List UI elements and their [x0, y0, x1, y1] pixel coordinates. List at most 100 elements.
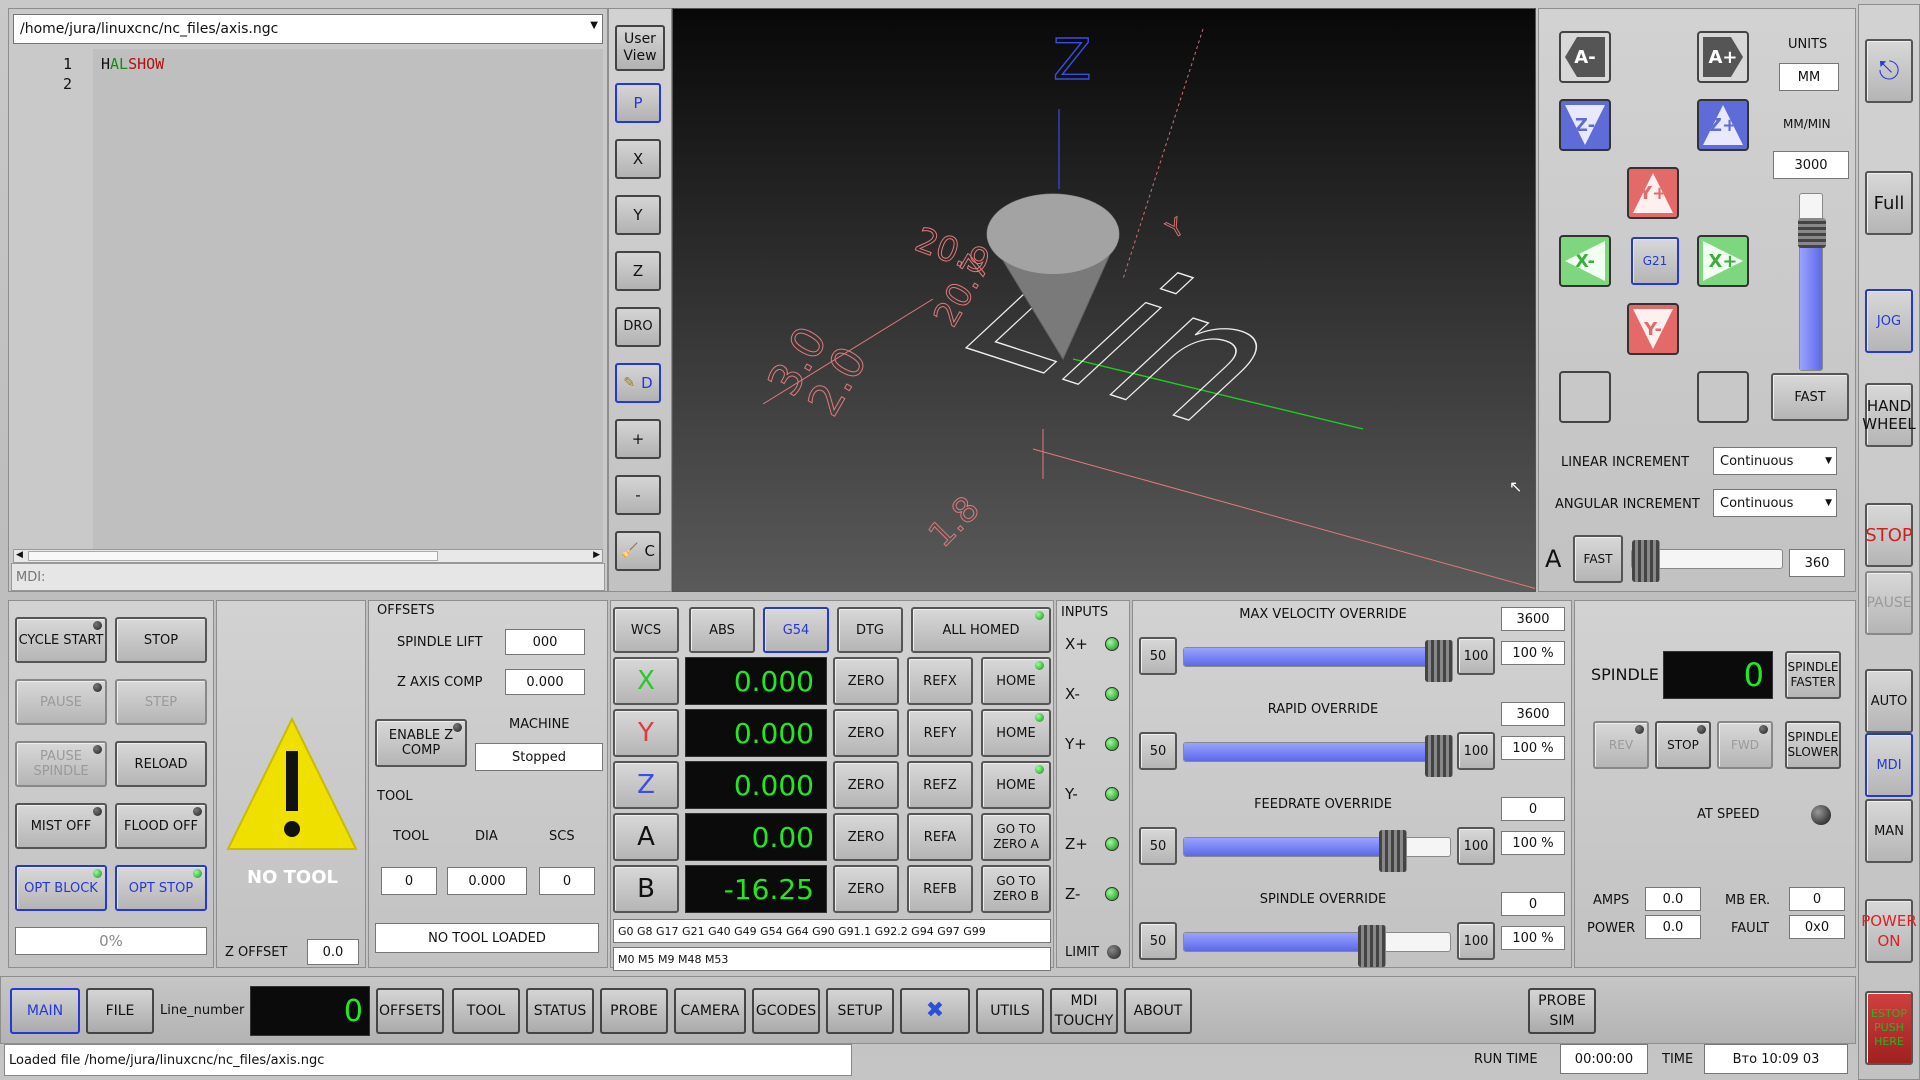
- override-min-button[interactable]: 50: [1139, 922, 1177, 960]
- nav-status-button[interactable]: STATUS: [526, 988, 594, 1034]
- view-d-button[interactable]: ✎ D: [615, 363, 661, 403]
- override-slider-handle[interactable]: [1379, 830, 1408, 872]
- nav-about-button[interactable]: ABOUT: [1124, 988, 1192, 1034]
- nav-main-button[interactable]: MAIN: [10, 988, 80, 1034]
- nav-tool-button[interactable]: TOOL: [452, 988, 520, 1034]
- ref-y-button[interactable]: REFY: [907, 709, 973, 757]
- dro-z-axis-button[interactable]: Z: [613, 761, 679, 809]
- jog-rate-input[interactable]: 3000: [1773, 151, 1849, 179]
- override-max-button[interactable]: 100: [1457, 922, 1495, 960]
- zero-a-button[interactable]: ZERO: [833, 813, 899, 861]
- g54-button[interactable]: G54: [763, 607, 829, 653]
- dro-a-axis-button[interactable]: A: [613, 813, 679, 861]
- view-y-button[interactable]: Y: [615, 195, 661, 235]
- linear-increment-select[interactable]: Continuous ▼: [1713, 447, 1837, 475]
- override-max-button[interactable]: 100: [1457, 827, 1495, 865]
- user-view-button[interactable]: User View: [615, 25, 665, 71]
- scroll-right-icon[interactable]: ▶: [593, 550, 600, 560]
- ref-z-button[interactable]: REFZ: [907, 761, 973, 809]
- pause-mode-button[interactable]: PAUSE: [1865, 571, 1913, 635]
- jog-rate-slider[interactable]: [1798, 193, 1826, 371]
- nav-offsets-button[interactable]: OFFSETS: [376, 988, 444, 1034]
- override-slider-handle[interactable]: [1424, 735, 1453, 777]
- override-min-button[interactable]: 50: [1139, 637, 1177, 675]
- nav-mdi-touchy-button[interactable]: MDI TOUCHY: [1050, 988, 1118, 1034]
- step-button[interactable]: STEP: [115, 679, 207, 725]
- a-jog-slider[interactable]: [1631, 540, 1783, 582]
- ref-b-button[interactable]: REFB: [907, 865, 973, 913]
- stop-mode-button[interactable]: STOP: [1865, 503, 1913, 567]
- dro-x-axis-button[interactable]: X: [613, 657, 679, 705]
- view-z-button[interactable]: Z: [615, 251, 661, 291]
- nav-camera-button[interactable]: CAMERA: [674, 988, 746, 1034]
- ref-x-button[interactable]: REFX: [907, 657, 973, 705]
- spindle-faster-button[interactable]: SPINDLE FASTER: [1785, 651, 1841, 699]
- jog-a-plus-button[interactable]: A+: [1697, 31, 1749, 83]
- override-max-button[interactable]: 100: [1457, 732, 1495, 770]
- mdi-input[interactable]: MDI:: [11, 563, 605, 591]
- man-mode-button[interactable]: MAN: [1865, 799, 1913, 863]
- wcs-button[interactable]: WCS: [613, 607, 679, 653]
- zoom-out-button[interactable]: -: [615, 475, 661, 515]
- dtg-button[interactable]: DTG: [837, 607, 903, 653]
- nav-setup-button[interactable]: SETUP: [826, 988, 894, 1034]
- override-min-button[interactable]: 50: [1139, 732, 1177, 770]
- override-slider-handle[interactable]: [1424, 640, 1453, 682]
- mdi-mode-button[interactable]: MDI: [1865, 733, 1913, 797]
- jog-blank-right-button[interactable]: [1697, 371, 1749, 423]
- jog-z-plus-button[interactable]: Z+: [1697, 99, 1749, 151]
- scroll-thumb[interactable]: [28, 551, 438, 561]
- dro-b-axis-button[interactable]: B: [613, 865, 679, 913]
- override-slider[interactable]: [1183, 735, 1453, 777]
- handwheel-button[interactable]: HAND WHEEL: [1862, 383, 1916, 447]
- jog-y-plus-button[interactable]: Y+: [1627, 167, 1679, 219]
- override-max-button[interactable]: 100: [1457, 637, 1495, 675]
- zero-b-button[interactable]: ZERO: [833, 865, 899, 913]
- override-slider[interactable]: [1183, 640, 1453, 682]
- jog-fast-button[interactable]: FAST: [1771, 373, 1849, 421]
- z-axis-comp-input[interactable]: 0.000: [505, 669, 585, 695]
- override-min-button[interactable]: 50: [1139, 827, 1177, 865]
- abs-button[interactable]: ABS: [689, 607, 755, 653]
- nav-gcodes-button[interactable]: GCODES: [752, 988, 820, 1034]
- view-x-button[interactable]: X: [615, 139, 661, 179]
- jog-rate-slider-handle[interactable]: [1798, 218, 1826, 248]
- override-slider[interactable]: [1183, 925, 1451, 967]
- horizontal-scrollbar[interactable]: ◀ ▶: [13, 549, 603, 563]
- go-to-zero-b-button[interactable]: GO TO ZERO B: [981, 865, 1051, 913]
- view-dro-button[interactable]: DRO: [615, 307, 661, 347]
- dro-y-axis-button[interactable]: Y: [613, 709, 679, 757]
- spindle-slower-button[interactable]: SPINDLE SLOWER: [1785, 721, 1841, 769]
- jog-a-minus-button[interactable]: A-: [1559, 31, 1611, 83]
- zoom-in-button[interactable]: +: [615, 419, 661, 459]
- scroll-left-icon[interactable]: ◀: [16, 550, 23, 560]
- jog-y-minus-button[interactable]: Y-: [1627, 303, 1679, 355]
- zero-z-button[interactable]: ZERO: [833, 761, 899, 809]
- probe-sim-button[interactable]: PROBE SIM: [1528, 988, 1596, 1034]
- jog-mode-button[interactable]: JOG: [1865, 289, 1913, 353]
- exit-button[interactable]: ⎋: [1865, 39, 1913, 103]
- clear-path-button[interactable]: 🧹 C: [615, 531, 661, 571]
- spindle-lift-input[interactable]: 000: [505, 629, 585, 655]
- power-on-button[interactable]: POWER ON: [1861, 899, 1917, 963]
- a-jog-rate-input[interactable]: 360: [1789, 549, 1845, 577]
- g21-button[interactable]: G21: [1631, 237, 1679, 285]
- a-jog-slider-handle[interactable]: [1632, 540, 1660, 582]
- reload-button[interactable]: RELOAD: [115, 741, 207, 787]
- view-p-button[interactable]: P: [615, 83, 661, 123]
- dropdown-arrow-icon[interactable]: ▼: [590, 20, 598, 31]
- ref-a-button[interactable]: REFA: [907, 813, 973, 861]
- nav-tools-icon-button[interactable]: ✖: [900, 988, 970, 1034]
- file-path-combo[interactable]: /home/jura/linuxcnc/nc_files/axis.ngc ▼: [13, 14, 603, 44]
- nav-probe-button[interactable]: PROBE: [600, 988, 668, 1034]
- zero-y-button[interactable]: ZERO: [833, 709, 899, 757]
- all-homed-button[interactable]: ALL HOMED: [911, 607, 1051, 653]
- full-button[interactable]: Full: [1865, 171, 1913, 235]
- angular-increment-select[interactable]: Continuous ▼: [1713, 489, 1837, 517]
- jog-x-minus-button[interactable]: X-: [1559, 235, 1611, 287]
- jog-z-minus-button[interactable]: Z-: [1559, 99, 1611, 151]
- jog-blank-left-button[interactable]: [1559, 371, 1611, 423]
- code-area[interactable]: 1 2 HALSHOW: [13, 49, 603, 549]
- nav-file-button[interactable]: FILE: [86, 988, 154, 1034]
- gcode-preview[interactable]: Z Y 20.9 20.7 3.0 2.0 1.8 Lin ↖: [672, 8, 1536, 592]
